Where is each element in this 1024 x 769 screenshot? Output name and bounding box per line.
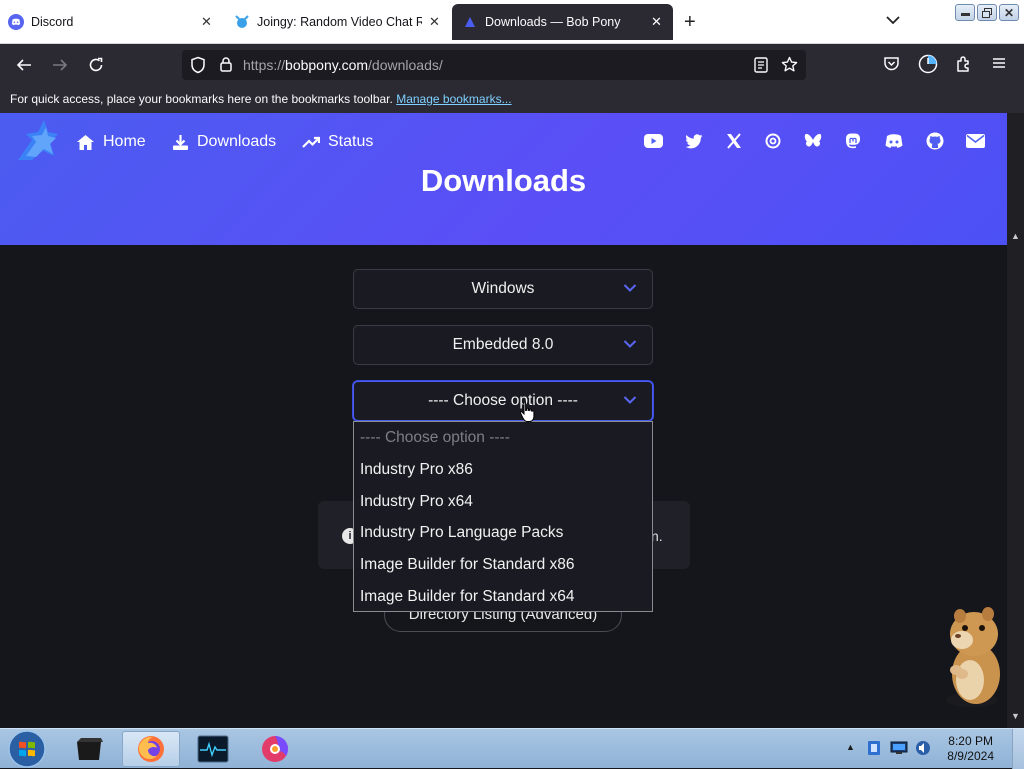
bluesky-icon[interactable] <box>803 131 823 151</box>
new-tab-button[interactable]: + <box>684 11 696 34</box>
twitter-icon[interactable] <box>684 131 704 151</box>
dropdown-option[interactable]: Image Builder for Standard x64 <box>354 581 652 613</box>
threads-icon[interactable] <box>763 131 783 151</box>
url-text: https://bobpony.com/downloads/ <box>243 57 443 73</box>
nav-status-label: Status <box>328 133 374 150</box>
edition-select-value: ---- Choose option ---- <box>428 392 578 409</box>
tab-title: Joingy: Random Video Chat Ro <box>257 15 422 29</box>
nav-downloads-label: Downloads <box>197 133 277 150</box>
minimize-button[interactable] <box>955 4 975 21</box>
pocket-icon[interactable] <box>883 56 900 75</box>
taskbar-browser-app[interactable] <box>246 731 304 767</box>
home-icon <box>77 134 94 150</box>
volume-icon[interactable] <box>914 740 932 759</box>
trending-up-icon <box>302 136 320 148</box>
hamster-sticker-image <box>932 604 1012 713</box>
manage-bookmarks-link[interactable]: Manage bookmarks... <box>396 92 511 106</box>
system-clock[interactable]: 8:20 PM 8/9/2024 <box>947 734 994 764</box>
firefox-icon <box>138 736 164 762</box>
close-tab-icon[interactable]: ✕ <box>429 14 440 30</box>
url-bar[interactable]: https://bobpony.com/downloads/ <box>182 50 806 80</box>
tab-discord[interactable]: Discord ✕ <box>8 0 218 44</box>
dropdown-option[interactable]: Industry Pro x86 <box>354 454 652 486</box>
show-desktop-button[interactable] <box>1012 729 1024 769</box>
terminal-icon <box>77 738 103 760</box>
browser-app-icon <box>262 735 289 762</box>
scroll-down-arrow-icon[interactable]: ▼ <box>1011 711 1020 721</box>
lock-icon[interactable] <box>219 56 233 75</box>
restore-button[interactable] <box>977 4 997 21</box>
nav-home[interactable]: Home <box>76 133 146 151</box>
dropdown-option[interactable]: Industry Pro x64 <box>354 486 652 518</box>
clock-time: 8:20 PM <box>948 734 993 748</box>
github-icon[interactable] <box>925 131 945 151</box>
email-icon[interactable] <box>965 131 985 151</box>
hand-cursor-icon <box>519 401 535 426</box>
close-tab-icon[interactable]: ✕ <box>201 14 212 30</box>
show-hidden-icons-icon[interactable]: ▲ <box>846 742 855 752</box>
back-button[interactable] <box>11 52 37 78</box>
windows-taskbar: ▲ 8:20 PM 8/9/2024 <box>0 728 1024 769</box>
site-header: Home Downloads Status Downloads <box>0 113 1007 245</box>
taskbar-firefox-app[interactable] <box>122 731 180 767</box>
version-select-value: Embedded 8.0 <box>452 336 554 353</box>
youtube-icon[interactable] <box>643 131 663 151</box>
nav-downloads[interactable]: Downloads <box>172 133 276 151</box>
edition-dropdown-list: ---- Choose option ---- Industry Pro x86… <box>353 421 653 612</box>
reload-button[interactable] <box>83 52 109 78</box>
bookmark-star-icon[interactable] <box>781 56 798 76</box>
scroll-up-arrow-icon[interactable]: ▲ <box>1011 231 1020 241</box>
chevron-down-icon <box>623 284 637 292</box>
close-window-button[interactable]: ✕ <box>999 4 1019 21</box>
discord-icon <box>8 14 24 30</box>
close-tab-icon[interactable]: ✕ <box>651 14 662 30</box>
tab-title: Downloads — Bob Pony <box>485 15 621 29</box>
discord-icon[interactable] <box>884 131 904 151</box>
joingy-icon <box>234 14 250 30</box>
version-select[interactable]: Embedded 8.0 <box>353 325 653 365</box>
mastodon-icon[interactable] <box>843 131 863 151</box>
reader-view-icon[interactable] <box>754 57 768 76</box>
page-title: Downloads <box>420 163 587 198</box>
tab-downloads-active[interactable]: Downloads — Bob Pony ✕ <box>452 4 673 40</box>
bobpony-icon <box>462 14 478 30</box>
nav-home-label: Home <box>103 133 146 150</box>
os-select-value: Windows <box>471 280 535 297</box>
tray-app-icon[interactable] <box>866 740 882 759</box>
x-icon[interactable] <box>724 131 744 151</box>
activity-monitor-icon <box>197 735 229 763</box>
tab-title: Discord <box>31 15 74 29</box>
chevron-down-icon <box>623 340 637 348</box>
account-icon[interactable] <box>918 54 938 77</box>
taskbar-monitor-app[interactable] <box>184 731 242 767</box>
edition-select[interactable]: ---- Choose option ---- <box>353 381 653 421</box>
menu-icon[interactable] <box>991 56 1007 73</box>
os-select[interactable]: Windows <box>353 269 653 309</box>
bookmarks-toolbar: For quick access, place your bookmarks h… <box>0 85 1024 113</box>
site-logo[interactable] <box>12 116 64 169</box>
tab-joingy[interactable]: Joingy: Random Video Chat Ro ✕ <box>234 0 446 44</box>
download-icon <box>173 134 188 150</box>
dropdown-option[interactable]: Image Builder for Standard x86 <box>354 549 652 581</box>
dropdown-option-placeholder[interactable]: ---- Choose option ---- <box>354 422 652 454</box>
bookmarks-hint: For quick access, place your bookmarks h… <box>10 92 393 106</box>
nav-status[interactable]: Status <box>302 133 373 151</box>
start-button[interactable] <box>5 730 49 768</box>
chevron-down-icon <box>623 396 637 404</box>
extensions-icon[interactable] <box>955 55 973 76</box>
tracking-protection-icon[interactable] <box>190 56 206 77</box>
page-scrollbar[interactable]: ▲ ▼ <box>1007 113 1024 728</box>
forward-button[interactable] <box>47 52 73 78</box>
dropdown-option[interactable]: Industry Pro Language Packs <box>354 517 652 549</box>
list-all-tabs-icon[interactable] <box>886 13 900 28</box>
tab-strip: Discord ✕ Joingy: Random Video Chat Ro ✕… <box>0 0 1024 44</box>
taskbar-terminal-app[interactable] <box>60 731 118 767</box>
network-icon[interactable] <box>890 741 908 758</box>
clock-date: 8/9/2024 <box>947 749 994 763</box>
window-controls: ✕ <box>955 4 1021 22</box>
